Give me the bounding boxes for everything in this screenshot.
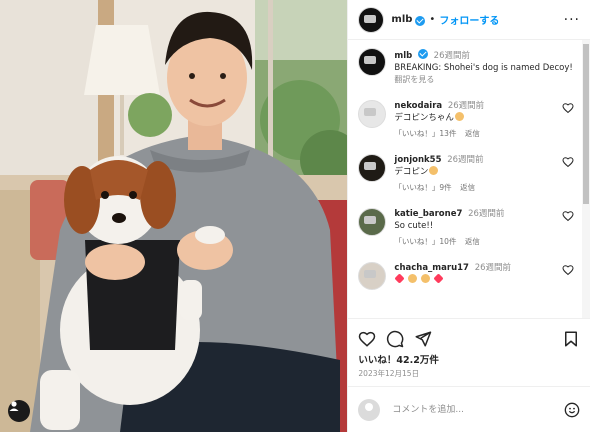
comment-text: デコピン [394, 167, 429, 177]
verified-badge-icon [417, 49, 428, 59]
comment-likes[interactable]: 「いいね！」13件 [394, 129, 456, 138]
caption-text: BREAKING: Shohei's dog is named Decoy! [394, 63, 573, 73]
photo-illustration [0, 0, 348, 432]
reply-button[interactable]: 返信 [465, 129, 480, 138]
comment-username[interactable]: katie_barone7 [394, 209, 462, 219]
mlb-avatar[interactable] [358, 6, 385, 33]
scrollbar-thumb[interactable] [583, 44, 589, 204]
comment-time: 26週間前 [447, 101, 485, 111]
like-comment-icon[interactable] [562, 102, 574, 114]
follow-button[interactable]: フォローする [439, 12, 499, 27]
commenter-avatar[interactable] [358, 154, 387, 182]
comment-input[interactable] [390, 403, 564, 416]
like-comment-icon[interactable] [562, 264, 574, 276]
face-emoji-icon [408, 274, 418, 283]
comment-time: 26週間前 [468, 209, 505, 219]
comment-likes[interactable]: 「いいね！」10件 [394, 237, 456, 246]
reply-button[interactable]: 返信 [465, 237, 480, 246]
emoji-picker-icon[interactable] [564, 402, 580, 418]
verified-badge-icon [415, 15, 426, 26]
comment-composer [348, 386, 590, 432]
post-header: mlb • フォローする ··· [348, 0, 590, 40]
comments-list[interactable]: mlb 26週間前 BREAKING: Shohei's dog is name… [348, 40, 582, 318]
comments-scrollbar[interactable] [582, 40, 590, 318]
caption: mlb 26週間前 BREAKING: Shohei's dog is name… [348, 40, 582, 86]
heart-emoji-icon [394, 273, 405, 284]
comment-time: 26週間前 [474, 263, 512, 273]
like-comment-icon[interactable] [562, 210, 574, 222]
translate-link[interactable]: 翻訳を見る [394, 75, 434, 84]
separator-dot: • [429, 14, 436, 25]
more-options-icon[interactable]: ··· [564, 12, 580, 28]
mlb-avatar[interactable] [358, 48, 387, 76]
comment-time: 26週間前 [447, 155, 484, 165]
comment-username[interactable]: nekodaira [394, 101, 442, 111]
comment-item: jonjonk55 26週間前 デコピン 「いいね！」9件 返信 [348, 140, 582, 194]
instagram-post: mlb • フォローする ··· mlb 26週間前 BREAKING: Sho… [0, 0, 590, 432]
comment-username[interactable]: chacha_maru17 [394, 263, 469, 273]
like-icon[interactable] [358, 330, 376, 348]
comment-username[interactable]: jonjonk55 [394, 155, 441, 165]
commenter-avatar[interactable] [358, 208, 387, 236]
bookmark-icon[interactable] [562, 330, 580, 348]
reply-button[interactable]: 返信 [460, 183, 475, 192]
post-date: 2023年12月15日 [358, 369, 420, 378]
post-side-panel: mlb • フォローする ··· mlb 26週間前 BREAKING: Sho… [347, 0, 590, 432]
comment-icon[interactable] [386, 330, 404, 348]
likes-count[interactable]: いいね！42.2万件 [358, 352, 438, 366]
current-user-avatar [358, 398, 381, 421]
share-icon[interactable] [414, 330, 432, 348]
heart-eyes-emoji-icon [429, 166, 439, 175]
caption-username[interactable]: mlb [394, 51, 412, 61]
commenter-avatar[interactable] [358, 100, 387, 128]
post-photo[interactable] [0, 0, 348, 432]
commenter-avatar[interactable] [358, 262, 387, 290]
comment-text: So cute!! [394, 221, 434, 231]
comment-text: デコピンちゃん [394, 113, 454, 123]
heart-emoji-icon [432, 273, 444, 284]
comment-likes[interactable]: 「いいね！」9件 [394, 183, 451, 192]
user-tag-icon[interactable] [8, 400, 30, 422]
heart-eyes-emoji-icon [454, 112, 464, 121]
caption-time: 26週間前 [433, 51, 470, 61]
comment-item: chacha_maru17 26週間前 [348, 248, 582, 290]
comment-item: nekodaira 26週間前 デコピンちゃん 「いいね！」13件 返信 [348, 86, 582, 140]
comment-item: katie_barone7 26週間前 So cute!! 「いいね！」10件 … [348, 194, 582, 248]
face-emoji-icon [420, 274, 430, 283]
header-username[interactable]: mlb [391, 14, 412, 25]
like-comment-icon[interactable] [562, 156, 574, 168]
